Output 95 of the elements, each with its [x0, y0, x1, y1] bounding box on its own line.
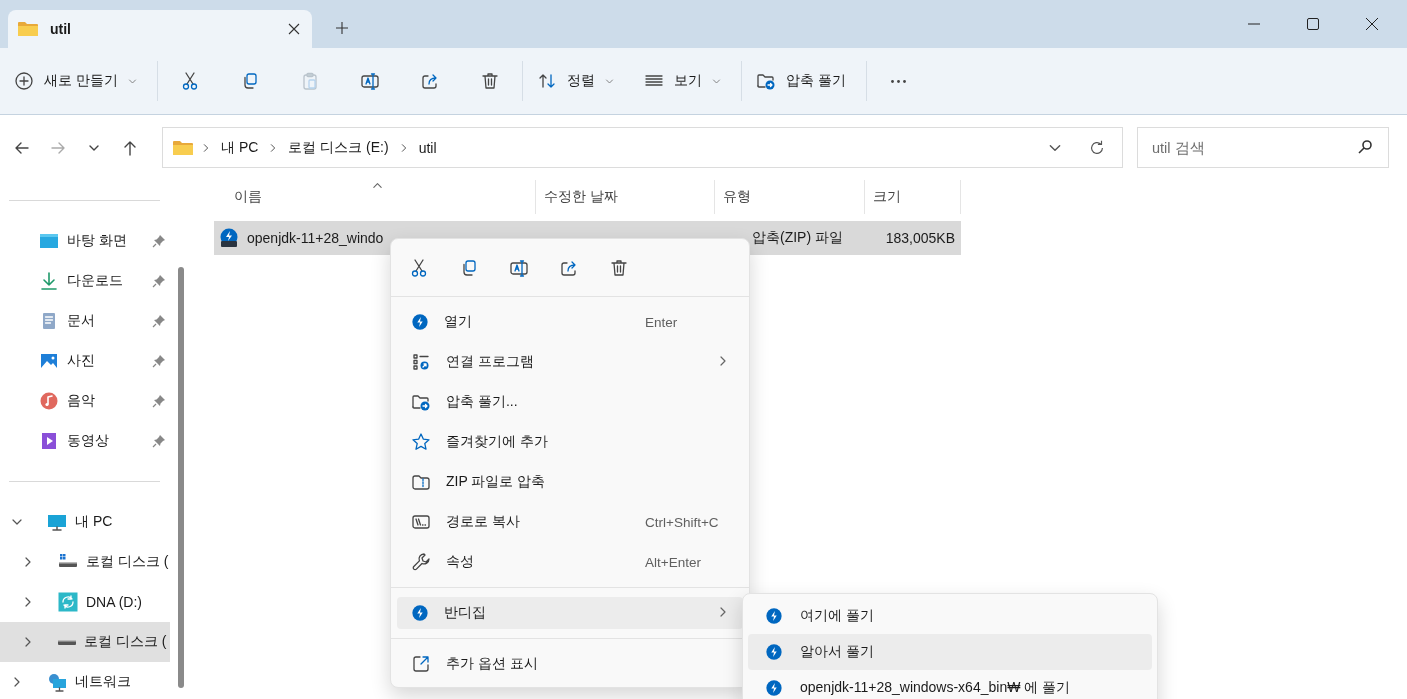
- photo-icon: [39, 351, 59, 371]
- network-icon: [47, 672, 67, 692]
- search-field[interactable]: util 검색: [1137, 127, 1389, 168]
- new-button[interactable]: 새로 만들기: [12, 63, 145, 99]
- more-icon: [891, 79, 907, 83]
- maximize-icon: [1306, 18, 1319, 30]
- sync-drive-icon: [58, 592, 78, 612]
- extract-button[interactable]: 압축 풀기: [753, 63, 854, 99]
- pin-icon[interactable]: [152, 354, 166, 368]
- wrench-icon: [411, 552, 431, 572]
- delete-button[interactable]: [609, 257, 629, 278]
- sidebar-item[interactable]: 네트워크: [0, 662, 170, 699]
- view-button[interactable]: 보기: [641, 63, 729, 99]
- desktop-icon: [39, 231, 59, 251]
- pin-icon[interactable]: [152, 394, 166, 408]
- path-icon: [411, 512, 431, 532]
- caret-icon: [604, 76, 614, 86]
- trash-icon: [609, 257, 629, 278]
- menu-item[interactable]: openjdk-11+28_windows-x64_bin₩ 에 풀기: [748, 670, 1152, 699]
- breadcrumb[interactable]: 내 PC: [219, 138, 261, 157]
- shortcut-label: Enter: [645, 314, 679, 330]
- sidebar-item[interactable]: 음악: [0, 381, 170, 421]
- drive-icon: [58, 639, 76, 645]
- folder-icon: [173, 139, 193, 156]
- lightning-icon: [765, 643, 783, 661]
- file-size: 183,005KB: [885, 230, 955, 246]
- folder-arrow-icon: [411, 392, 431, 412]
- pin-icon[interactable]: [152, 234, 166, 248]
- lightning-icon: [411, 313, 429, 331]
- music-icon: [39, 391, 59, 411]
- refresh-icon[interactable]: [1088, 138, 1106, 157]
- column-header[interactable]: 크기: [865, 180, 961, 214]
- sort-caret-icon: [372, 180, 383, 191]
- app-list-icon: [411, 352, 431, 372]
- menu-item[interactable]: 추가 옵션 표시: [397, 644, 743, 684]
- zip-file-icon: [219, 228, 239, 248]
- sidebar-item[interactable]: 문서: [0, 301, 170, 341]
- menu-item[interactable]: 압축 풀기...: [397, 382, 743, 422]
- rename-icon: [359, 71, 380, 91]
- search-icon: [1357, 139, 1373, 155]
- menu-item[interactable]: 열기 Enter: [397, 302, 743, 342]
- sidebar-item[interactable]: 동영상: [0, 421, 170, 461]
- column-header[interactable]: 이름: [214, 180, 536, 214]
- address-bar[interactable]: 내 PC 로컬 디스크 (E:) util: [162, 127, 1123, 168]
- menu-item[interactable]: 속성 Alt+Enter: [397, 542, 743, 582]
- monitor-icon: [47, 512, 67, 532]
- rename-button[interactable]: [509, 257, 529, 278]
- sidebar-item[interactable]: 내 PC: [0, 502, 170, 542]
- menu-item[interactable]: 반디집: [397, 597, 743, 629]
- star-icon: [411, 432, 431, 452]
- breadcrumb[interactable]: 로컬 디스크 (E:): [286, 138, 391, 157]
- file-type: 압축(ZIP) 파일: [752, 229, 843, 247]
- sort-button[interactable]: 정렬: [534, 63, 622, 99]
- plus-icon: [335, 21, 349, 35]
- folder-icon: [18, 21, 38, 37]
- lightning-icon: [765, 607, 783, 625]
- sidebar-item[interactable]: 사진: [0, 341, 170, 381]
- folder-arrow-icon: [755, 71, 776, 91]
- sidebar-item[interactable]: 다운로드: [0, 261, 170, 301]
- sidebar-item[interactable]: DNA (D:): [0, 582, 170, 622]
- sidebar-item[interactable]: 로컬 디스크 (: [0, 542, 170, 582]
- pin-icon[interactable]: [152, 314, 166, 328]
- minimize-icon: [1247, 23, 1260, 25]
- sidebar-item[interactable]: 로컬 디스크 (: [0, 622, 170, 662]
- plus-circle-icon: [14, 71, 34, 91]
- menu-item[interactable]: ZIP 파일로 압축: [397, 462, 743, 502]
- scissors-icon: [409, 257, 429, 278]
- menu-item[interactable]: 즐겨찾기에 추가: [397, 422, 743, 462]
- chevron-icon: [201, 142, 211, 153]
- close-icon: [1365, 18, 1378, 30]
- chevron-icon: [89, 144, 99, 151]
- lightning-icon: [411, 604, 429, 622]
- zip-folder-icon: [411, 472, 431, 492]
- caret-icon: [711, 76, 721, 86]
- sidebar-item[interactable]: 바탕 화면: [0, 221, 170, 261]
- cut-button[interactable]: [409, 257, 429, 278]
- column-header[interactable]: 유형: [715, 180, 865, 214]
- window-tab[interactable]: util: [8, 10, 312, 48]
- video-icon: [39, 431, 59, 451]
- caret-icon: [127, 76, 137, 86]
- close-icon[interactable]: [288, 23, 300, 35]
- expand-icon: [411, 654, 431, 674]
- download-icon: [39, 271, 59, 291]
- menu-item[interactable]: 경로로 복사 Ctrl+Shift+C: [397, 502, 743, 542]
- pin-icon[interactable]: [152, 274, 166, 288]
- column-header[interactable]: 수정한 날짜: [536, 180, 715, 214]
- menu-item[interactable]: 여기에 풀기: [748, 598, 1152, 634]
- breadcrumb[interactable]: util: [416, 139, 439, 156]
- pin-icon[interactable]: [152, 434, 166, 448]
- file-name: openjdk-11+28_windo: [247, 230, 384, 246]
- menu-item[interactable]: 알아서 풀기: [748, 634, 1152, 670]
- shortcut-label: Alt+Enter: [645, 554, 702, 570]
- menu-item[interactable]: 연결 프로그램: [397, 342, 743, 382]
- rename-icon: [509, 257, 529, 278]
- shortcut-label: Ctrl+Shift+C: [645, 514, 720, 530]
